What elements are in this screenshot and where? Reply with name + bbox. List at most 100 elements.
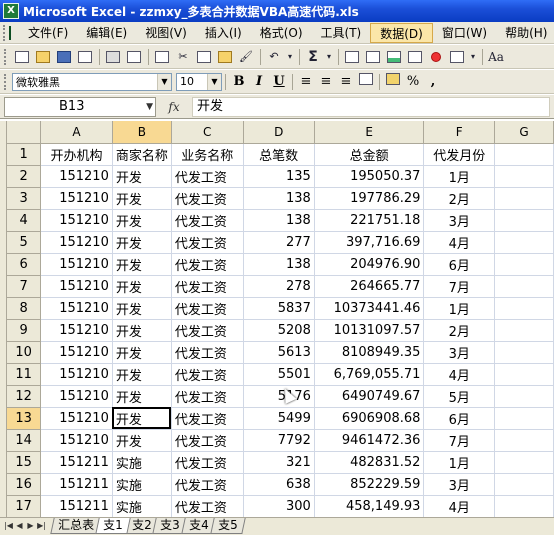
cell-b9[interactable]: 开发 — [112, 319, 172, 342]
row-header[interactable]: 2 — [7, 165, 42, 188]
cell-a6[interactable]: 151210 — [40, 253, 113, 276]
cell-d17[interactable]: 300 — [243, 495, 315, 517]
cell-c12[interactable]: 代发工资 — [171, 385, 244, 408]
cell-d12[interactable]: 5176 — [243, 385, 315, 408]
cell-d9[interactable]: 5208 — [243, 319, 315, 342]
menu-edit[interactable]: 编辑(E) — [77, 23, 136, 43]
row-header[interactable]: 13 — [7, 407, 42, 430]
cell-e9[interactable]: 10131097.57 — [314, 319, 425, 342]
camera-button[interactable] — [363, 48, 383, 66]
insert-function-icon[interactable]: fx — [156, 100, 192, 114]
cell-b8[interactable]: 开发 — [112, 297, 172, 320]
format-painter-button[interactable]: 🖌 — [236, 48, 256, 66]
cell-b2[interactable]: 开发 — [112, 165, 172, 188]
undo-button[interactable]: ↶ — [264, 48, 284, 66]
calculator-button[interactable] — [342, 48, 362, 66]
menu-format[interactable]: 格式(O) — [251, 23, 312, 43]
cell-f6[interactable]: 6月 — [423, 253, 496, 276]
row-header[interactable]: 17 — [7, 495, 42, 517]
cell-b5[interactable]: 开发 — [112, 231, 172, 254]
permission-button[interactable] — [75, 48, 95, 66]
toolbar-grip-icon[interactable] — [4, 73, 8, 90]
cell-a15[interactable]: 151211 — [40, 451, 113, 474]
cell-g11[interactable] — [494, 363, 554, 386]
autosum-button[interactable]: Σ — [303, 48, 323, 66]
menu-view[interactable]: 视图(V) — [136, 23, 196, 43]
cell-b10[interactable]: 开发 — [112, 341, 172, 364]
next-sheet-button[interactable]: ▶ — [25, 518, 36, 534]
cell-f7[interactable]: 7月 — [423, 275, 496, 298]
cell-f9[interactable]: 2月 — [423, 319, 496, 342]
menu-file[interactable]: 文件(F) — [19, 23, 77, 43]
cell-d8[interactable]: 5837 — [243, 297, 315, 320]
cell-c2[interactable]: 代发工资 — [171, 165, 244, 188]
align-left-button[interactable]: ≡ — [296, 73, 316, 91]
cell-f13[interactable]: 6月 — [423, 407, 496, 430]
font-size-select[interactable]: 10 ▼ — [176, 72, 222, 91]
underline-button[interactable]: U — [269, 73, 289, 91]
worksheet-grid[interactable]: A B C D E F G 1 开办机构 商家名称 业务名称 总笔数 总金额 代发月份 2 15… — [7, 121, 554, 517]
comma-button[interactable]: , — [423, 73, 443, 91]
cell-g6[interactable] — [494, 253, 554, 276]
cell-g12[interactable] — [494, 385, 554, 408]
currency-button[interactable] — [383, 72, 403, 91]
cell-d3[interactable]: 138 — [243, 187, 315, 210]
cell-e16[interactable]: 852229.59 — [314, 473, 425, 496]
form-button[interactable] — [447, 48, 467, 66]
column-header-f[interactable]: F — [423, 121, 496, 144]
cell-f8[interactable]: 1月 — [423, 297, 496, 320]
row-header[interactable]: 7 — [7, 275, 42, 298]
cell-e11[interactable]: 6,769,055.71 — [314, 363, 425, 386]
cell-e10[interactable]: 8108949.35 — [314, 341, 425, 364]
cell-b7[interactable]: 开发 — [112, 275, 172, 298]
cell-a14[interactable]: 151210 — [40, 429, 113, 452]
print-preview-button[interactable] — [124, 48, 144, 66]
row-header[interactable]: 4 — [7, 209, 42, 232]
name-box[interactable]: B13 ▼ — [4, 96, 156, 117]
drawing-button[interactable] — [405, 48, 425, 66]
merge-center-button[interactable] — [356, 72, 376, 91]
row-header[interactable]: 8 — [7, 297, 42, 320]
cell-c11[interactable]: 代发工资 — [171, 363, 244, 386]
excel-app-icon[interactable]: X — [3, 3, 19, 19]
cell-b4[interactable]: 开发 — [112, 209, 172, 232]
cell-g4[interactable] — [494, 209, 554, 232]
sheet-tab-summary[interactable]: 汇总表 — [50, 518, 102, 534]
cell-g9[interactable] — [494, 319, 554, 342]
cell-g1[interactable] — [494, 143, 554, 166]
formula-input[interactable]: 开发 — [192, 96, 550, 117]
last-sheet-button[interactable]: ▶| — [36, 518, 47, 534]
cell-a10[interactable]: 151210 — [40, 341, 113, 364]
cell-e14[interactable]: 9461472.36 — [314, 429, 425, 452]
cell-b15[interactable]: 实施 — [112, 451, 172, 474]
cell-g7[interactable] — [494, 275, 554, 298]
cell-a1[interactable]: 开办机构 — [40, 143, 113, 166]
italic-button[interactable]: I — [249, 73, 269, 91]
cell-b12[interactable]: 开发 — [112, 385, 172, 408]
toolbar-options-button[interactable]: ▾ — [468, 48, 478, 66]
cell-f12[interactable]: 5月 — [423, 385, 496, 408]
column-header-e[interactable]: E — [314, 121, 425, 144]
cell-d6[interactable]: 138 — [243, 253, 315, 276]
prev-sheet-button[interactable]: ◀ — [14, 518, 25, 534]
cell-a9[interactable]: 151210 — [40, 319, 113, 342]
cell-g8[interactable] — [494, 297, 554, 320]
column-header-b[interactable]: B — [112, 121, 172, 144]
cell-e15[interactable]: 482831.52 — [314, 451, 425, 474]
column-header-a[interactable]: A — [40, 121, 113, 144]
column-header-d[interactable]: D — [243, 121, 315, 144]
cell-d7[interactable]: 278 — [243, 275, 315, 298]
chevron-down-icon[interactable]: ▼ — [146, 98, 153, 116]
menu-data[interactable]: 数据(D) — [370, 22, 433, 43]
cell-c1[interactable]: 业务名称 — [171, 143, 244, 166]
row-header[interactable]: 11 — [7, 363, 42, 386]
cell-f5[interactable]: 4月 — [423, 231, 496, 254]
cell-c7[interactable]: 代发工资 — [171, 275, 244, 298]
cut-button[interactable]: ✂ — [173, 48, 193, 66]
record-button[interactable] — [426, 48, 446, 66]
chevron-down-icon[interactable]: ▼ — [207, 73, 221, 90]
menu-window[interactable]: 窗口(W) — [433, 23, 496, 43]
cell-f11[interactable]: 4月 — [423, 363, 496, 386]
undo-dropdown[interactable]: ▾ — [285, 48, 295, 66]
align-right-button[interactable]: ≡ — [336, 73, 356, 91]
